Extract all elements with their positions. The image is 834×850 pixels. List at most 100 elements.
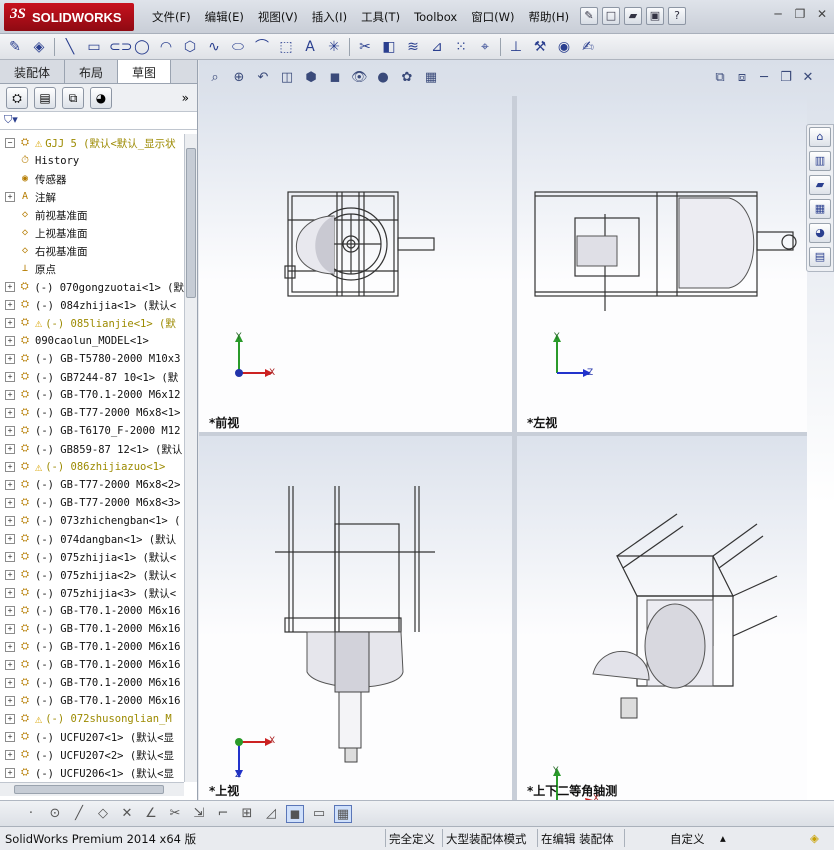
tree-horizontal-scrollbar[interactable] xyxy=(0,782,184,796)
tree-item[interactable]: ◇ 右视基准面 xyxy=(0,242,184,260)
expand-icon[interactable]: + xyxy=(5,552,15,562)
tree-item[interactable]: + ⛭ (-) UCFU207<1> (默认<显 xyxy=(0,728,184,746)
tree-item[interactable]: + ⛭ (-) GB-T70.1-2000 M6x16 xyxy=(0,602,184,620)
restore-icon[interactable]: ❐ xyxy=(792,8,808,22)
expand-icon[interactable]: + xyxy=(5,192,15,202)
sketch-icon[interactable]: ✎ xyxy=(6,38,24,56)
trim-icon[interactable]: ✂ xyxy=(166,805,184,823)
tab-layout[interactable]: 布局 xyxy=(65,60,119,83)
configuration-manager-icon[interactable]: ⧉ xyxy=(62,86,84,109)
view-settings-icon[interactable]: ▦ xyxy=(423,70,439,86)
tree-item[interactable]: + ⛭ (-) GB-T77-2000 M6x8<3> xyxy=(0,494,184,512)
tree-item[interactable]: + ⛭ (-) UCFU206<1> (默认<显 xyxy=(0,764,184,782)
line-icon[interactable]: ╱ xyxy=(70,805,88,823)
corner-icon[interactable]: ⌐ xyxy=(214,805,232,823)
tree-item[interactable]: − ⛭ ⚠ GJJ 5 (默认<默认_显示状 xyxy=(0,134,184,152)
view-palette-icon[interactable]: ▦ xyxy=(809,199,831,219)
point-icon[interactable]: · xyxy=(22,805,40,823)
menu-edit[interactable]: 编辑(E) xyxy=(198,9,251,25)
tab-sketch[interactable]: 草图 xyxy=(118,60,172,83)
previous-view-icon[interactable]: ↶ xyxy=(255,70,271,86)
collapse-icon[interactable]: − xyxy=(5,138,15,148)
grid-icon[interactable]: ⊞ xyxy=(238,805,256,823)
repair-icon[interactable]: ⚒ xyxy=(531,38,549,56)
help-icon[interactable]: ? xyxy=(668,7,686,25)
menu-view[interactable]: 视图(V) xyxy=(251,9,305,25)
circle-icon[interactable]: ◯ xyxy=(133,38,151,56)
expand-icon[interactable]: + xyxy=(5,534,15,544)
expand-icon[interactable]: + xyxy=(5,426,15,436)
tree-item[interactable]: + ⛭ (-) 075zhijia<2> (默认< xyxy=(0,566,184,584)
menu-window[interactable]: 窗口(W) xyxy=(464,9,521,25)
save-icon[interactable]: ▣ xyxy=(646,7,664,25)
section-view-icon[interactable]: ◫ xyxy=(279,70,295,86)
zoom-area-icon[interactable]: ⊕ xyxy=(231,70,247,86)
menu-help[interactable]: 帮助(H) xyxy=(522,9,577,25)
tree-item[interactable]: + ⛭ (-) 074dangban<1> (默认 xyxy=(0,530,184,548)
expand-icon[interactable]: + xyxy=(5,606,15,616)
move-entities-icon[interactable]: ⌖ xyxy=(476,38,494,56)
tree-item[interactable]: + ⛭ (-) GB-T70.1-2000 M6x12 xyxy=(0,386,184,404)
tab-assembly[interactable]: 装配体 xyxy=(0,60,66,83)
tree-item[interactable]: + ⛭ (-) GB-T70.1-2000 M6x16 xyxy=(0,692,184,710)
restore-icon[interactable]: ❐ xyxy=(778,70,794,86)
shaded-view-icon[interactable]: ◼ xyxy=(286,804,304,823)
wireframe-view-icon[interactable]: ▭ xyxy=(310,805,328,823)
display-style-icon[interactable]: ◼ xyxy=(327,70,343,86)
viewport-front[interactable]: Y X *前视 xyxy=(199,96,512,432)
tree-item[interactable]: + ⛭ (-) 070gongzuotai<1> (默 xyxy=(0,278,184,296)
pin-icon[interactable]: ✎ xyxy=(580,7,598,25)
menu-tools[interactable]: 工具(T) xyxy=(354,9,407,25)
scroll-thumb[interactable] xyxy=(14,785,164,794)
tree-item[interactable]: ⏱ History xyxy=(0,152,184,170)
expand-icon[interactable]: + xyxy=(5,714,15,724)
link-views-icon[interactable]: ⧉ xyxy=(712,70,728,86)
plane-sketch-icon[interactable]: ⬚ xyxy=(277,38,295,56)
expand-icon[interactable]: + xyxy=(5,696,15,706)
file-explorer-icon[interactable]: ▰ xyxy=(809,175,831,195)
expand-panel-icon[interactable]: » xyxy=(182,91,189,105)
expand-icon[interactable]: + xyxy=(5,516,15,526)
expand-icon[interactable]: + xyxy=(5,318,15,328)
convert-entities-icon[interactable]: ◧ xyxy=(380,38,398,56)
tree-item[interactable]: + ⛭ (-) UCFU207<2> (默认<显 xyxy=(0,746,184,764)
menu-toolbox[interactable]: Toolbox xyxy=(407,10,464,24)
viewport-horizontal-splitter[interactable] xyxy=(199,432,807,436)
expand-icon[interactable]: + xyxy=(5,768,15,778)
expand-icon[interactable]: + xyxy=(5,570,15,580)
hide-show-icon[interactable]: 👁 xyxy=(351,70,368,86)
status-custom[interactable]: 自定义 xyxy=(670,831,705,847)
polygon-icon[interactable]: ⬡ xyxy=(181,38,199,56)
viewport-isometric[interactable]: Y X *上下二等角轴测 xyxy=(517,436,807,800)
tree-item[interactable]: + ⛭ (-) 073zhichengban<1> ( xyxy=(0,512,184,530)
expand-icon[interactable]: + xyxy=(5,390,15,400)
offset-icon[interactable]: ≋ xyxy=(404,38,422,56)
tree-item[interactable]: + ⛭ (-) 075zhijia<3> (默认< xyxy=(0,584,184,602)
menu-insert[interactable]: 插入(I) xyxy=(305,9,354,25)
property-manager-icon[interactable]: ▤ xyxy=(34,86,56,109)
expand-icon[interactable]: + xyxy=(5,480,15,490)
polygon-icon[interactable]: ◇ xyxy=(94,805,112,823)
custom-properties-icon[interactable]: ▤ xyxy=(809,247,831,267)
tree-item[interactable]: ◉ 传感器 xyxy=(0,170,184,188)
line-icon[interactable]: ╲ xyxy=(61,38,79,56)
extend-icon[interactable]: ⇲ xyxy=(190,805,208,823)
tree-item[interactable]: ◇ 前视基准面 xyxy=(0,206,184,224)
tree-item[interactable]: + ⛭ (-) GB-T70.1-2000 M6x16 xyxy=(0,620,184,638)
expand-icon[interactable]: + xyxy=(5,408,15,418)
tag-icon[interactable]: ◈ xyxy=(810,831,819,845)
spline-icon[interactable]: ∿ xyxy=(205,38,223,56)
tile-view-icon[interactable]: ▦ xyxy=(334,804,352,823)
tree-item[interactable]: + ⛭ (-) GB-T5780-2000 M10x3 xyxy=(0,350,184,368)
arc-icon[interactable]: ◠ xyxy=(157,38,175,56)
expand-icon[interactable]: + xyxy=(5,462,15,472)
minimize-icon[interactable]: ─ xyxy=(756,70,772,86)
viewport-left[interactable]: Y Z *左视 xyxy=(517,96,807,432)
fillet-icon[interactable]: ⌒ xyxy=(253,38,271,56)
tree-item[interactable]: + ⛭ (-) GB-T70.1-2000 M6x16 xyxy=(0,656,184,674)
feature-manager-icon[interactable]: ⛭ xyxy=(6,86,28,109)
mirror-icon[interactable]: ⊿ xyxy=(428,38,446,56)
cross-icon[interactable]: ✕ xyxy=(118,805,136,823)
scroll-thumb[interactable] xyxy=(186,148,196,298)
expand-icon[interactable]: + xyxy=(5,354,15,364)
